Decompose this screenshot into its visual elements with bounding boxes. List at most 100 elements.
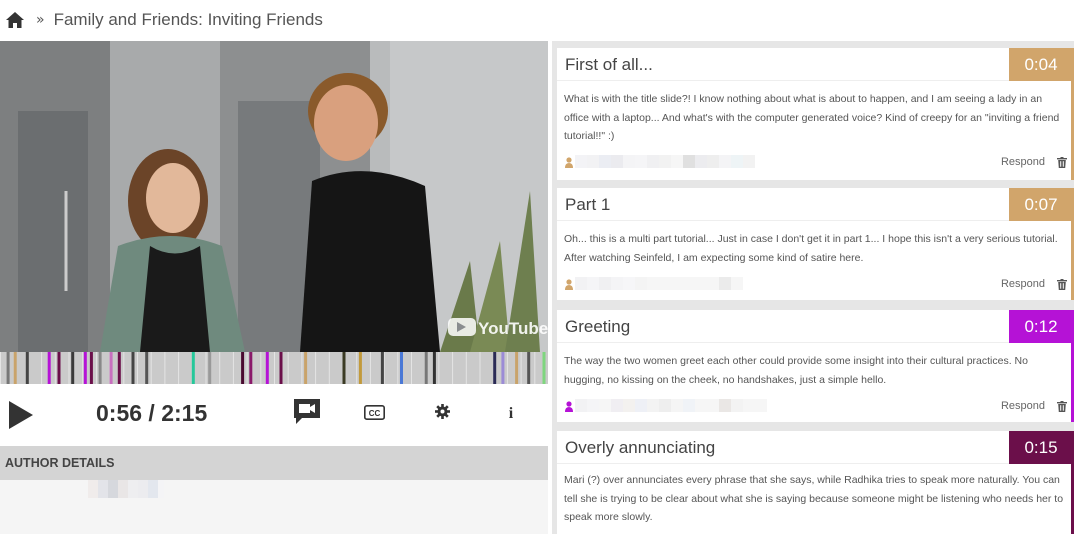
time-display: 0:56 / 2:15 — [96, 400, 207, 427]
timeline-mark[interactable] — [493, 352, 497, 384]
timeline-divider — [178, 352, 180, 384]
video-frame[interactable]: YouTube — [0, 41, 548, 352]
timeline-divider — [54, 352, 56, 384]
user-icon — [565, 401, 573, 412]
timeline-mark[interactable] — [380, 352, 384, 384]
info-label: i — [509, 405, 514, 420]
timeline-divider — [287, 352, 289, 384]
timeline-mark[interactable] — [208, 352, 212, 384]
timeline-divider — [520, 352, 522, 384]
timeline-mark[interactable] — [98, 352, 102, 384]
annotation-timeline[interactable] — [0, 352, 548, 384]
trash-icon[interactable] — [1057, 157, 1067, 168]
timeline-divider — [0, 352, 1, 384]
comment-card: First of all... 0:04 What is with the ti… — [557, 48, 1073, 180]
author-name-redacted — [88, 480, 164, 498]
comment-video-icon[interactable] — [293, 398, 321, 425]
comment-title: Part 1 — [565, 195, 611, 214]
respond-button[interactable]: Respond — [1001, 278, 1045, 290]
timeline-mark[interactable] — [542, 352, 546, 384]
timeline-mark[interactable] — [13, 352, 17, 384]
timeline-mark[interactable] — [145, 352, 149, 384]
timeline-mark[interactable] — [527, 352, 531, 384]
timeline-divider — [534, 352, 536, 384]
total-time: 2:15 — [161, 400, 208, 426]
timeline-divider — [95, 352, 97, 384]
comment-author-redacted — [575, 277, 743, 290]
comment-timestamp-button[interactable]: 0:07 — [1009, 188, 1073, 221]
timeline-mark[interactable] — [279, 352, 283, 384]
timeline-divider — [356, 352, 358, 384]
comment-card: Overly annunciating 0:15 Mari (?) over a… — [557, 431, 1073, 534]
timeline-mark[interactable] — [432, 352, 436, 384]
timeline-divider — [68, 352, 70, 384]
timeline-divider — [123, 352, 125, 384]
comment-author-redacted — [575, 399, 767, 412]
user-icon — [565, 157, 573, 168]
timeline-mark[interactable] — [57, 352, 61, 384]
timeline-mark[interactable] — [424, 352, 428, 384]
timeline-divider — [328, 352, 330, 384]
timeline-mark[interactable] — [304, 352, 308, 384]
timeline-divider — [301, 352, 303, 384]
timeline-mark[interactable] — [342, 352, 346, 384]
timeline-mark[interactable] — [515, 352, 519, 384]
timeline-mark[interactable] — [71, 352, 75, 384]
timeline-mark[interactable] — [6, 352, 10, 384]
timeline-mark[interactable] — [400, 352, 403, 384]
comment-title: Overly annunciating — [565, 438, 716, 457]
comment-timestamp-button[interactable]: 0:12 — [1009, 310, 1073, 343]
timeline-mark[interactable] — [89, 352, 93, 384]
timeline-divider — [137, 352, 138, 384]
home-icon[interactable] — [5, 11, 25, 29]
trash-icon[interactable] — [1057, 279, 1067, 290]
comment-card: Greeting 0:12 The way the two women gree… — [557, 310, 1073, 422]
timeline-mark[interactable] — [117, 352, 121, 384]
timeline-mark[interactable] — [83, 352, 87, 384]
breadcrumb: » Family and Friends: Inviting Friends — [0, 0, 1074, 40]
time-separator: / — [142, 400, 162, 426]
respond-button[interactable]: Respond — [1001, 400, 1045, 412]
timeline-mark[interactable] — [358, 352, 362, 384]
comment-timestamp-button[interactable]: 0:04 — [1009, 48, 1073, 81]
timeline-divider — [82, 352, 84, 384]
closed-captions-icon[interactable]: CC — [364, 405, 385, 420]
timeline-mark[interactable] — [47, 352, 51, 384]
timeline-divider — [465, 352, 467, 384]
timeline-mark[interactable] — [241, 352, 245, 384]
youtube-watermark: YouTube — [478, 319, 548, 338]
timeline-mark[interactable] — [191, 352, 195, 384]
comment-text: Mari (?) over annunciates every phrase t… — [564, 474, 1064, 523]
comment-title: Greeting — [565, 317, 631, 336]
trash-icon[interactable] — [1057, 401, 1067, 412]
timeline-divider — [479, 352, 481, 384]
timeline-divider — [397, 352, 399, 384]
timeline-divider — [452, 352, 454, 384]
settings-gear-icon[interactable] — [435, 404, 450, 419]
timeline-mark[interactable] — [131, 352, 135, 384]
timeline-mark[interactable] — [501, 352, 505, 384]
comment-timestamp-button[interactable]: 0:15 — [1009, 431, 1073, 464]
timeline-divider — [246, 352, 248, 384]
timeline-mark[interactable] — [109, 352, 113, 384]
comment-title: First of all... — [565, 55, 653, 74]
play-icon[interactable] — [9, 401, 33, 429]
timeline-divider — [506, 352, 508, 384]
video-still-image: YouTube — [0, 41, 548, 352]
comment-card: Part 1 0:07 Oh... this is a multi part t… — [557, 188, 1073, 300]
player-controls: 0:56 / 2:15 CC i — [0, 384, 548, 446]
breadcrumb-separator: » — [36, 12, 45, 28]
info-icon[interactable]: i — [506, 404, 516, 420]
timeline-divider — [219, 352, 221, 384]
comment-text: The way the two women greet each other c… — [564, 355, 1028, 386]
video-panel: YouTube 0:56 / 2:15 CC i AUTHOR DETAILS — [0, 41, 548, 534]
timeline-mark[interactable] — [265, 352, 269, 384]
author-details-heading[interactable]: AUTHOR DETAILS — [0, 446, 548, 480]
timeline-mark[interactable] — [249, 352, 253, 384]
user-icon — [565, 279, 573, 290]
respond-button[interactable]: Respond — [1001, 156, 1045, 168]
timeline-marks — [0, 352, 548, 384]
timeline-divider — [232, 352, 234, 384]
timeline-mark[interactable] — [25, 352, 29, 384]
comments-panel: First of all... 0:04 What is with the ti… — [552, 41, 1074, 534]
